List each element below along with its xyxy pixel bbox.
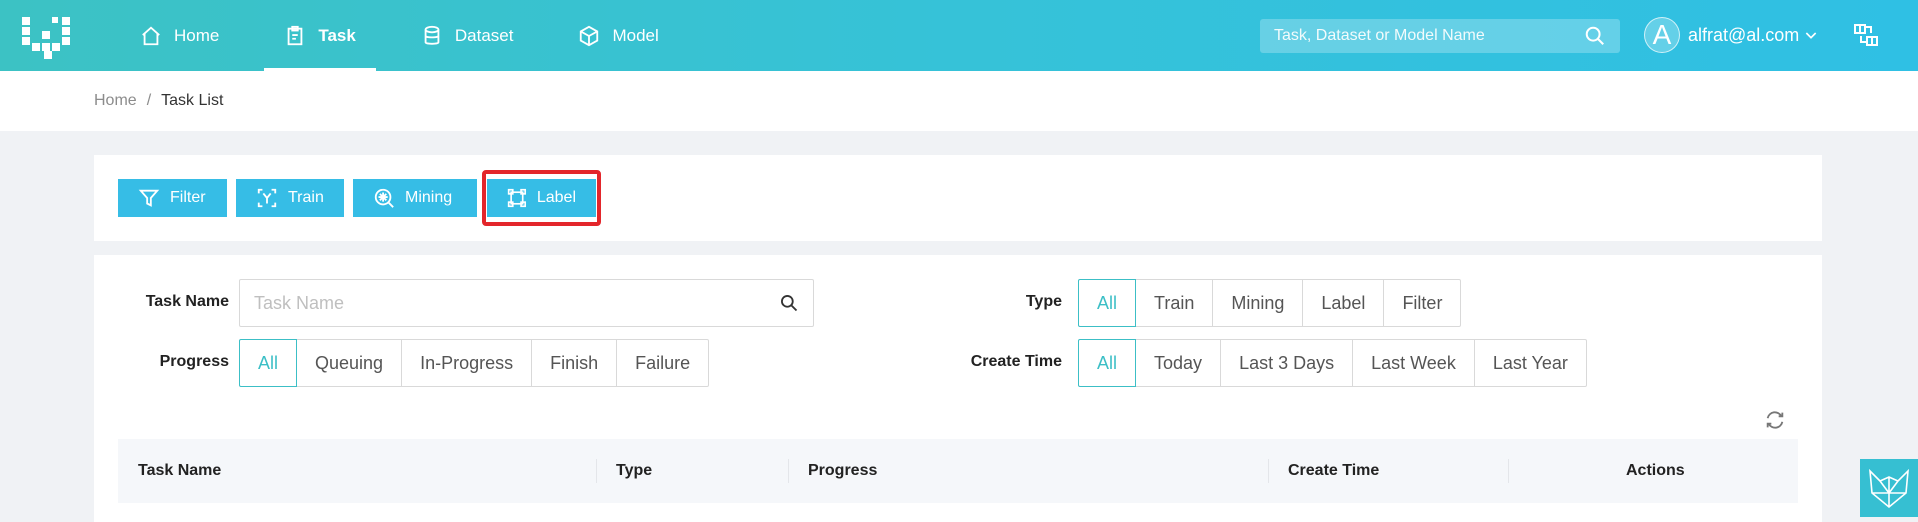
train-button-label: Train <box>288 189 324 206</box>
breadcrumb: Home / Task List <box>0 71 1918 131</box>
create-time-option-last-year[interactable]: Last Year <box>1473 339 1587 387</box>
filter-button[interactable]: Filter <box>118 179 227 217</box>
progress-filter-label: Progress <box>159 353 229 370</box>
home-icon <box>142 26 160 45</box>
progress-option-finish[interactable]: Finish <box>531 339 618 387</box>
type-option-all[interactable]: All <box>1078 279 1137 327</box>
nav-home-label: Home <box>174 25 220 45</box>
nav-dataset-label: Dataset <box>454 25 514 45</box>
funnel-icon <box>138 189 160 207</box>
type-option-filter[interactable]: Filter <box>1383 279 1462 327</box>
nav-task-label: Task <box>318 25 356 45</box>
search-icon[interactable] <box>779 293 799 313</box>
create-time-option-last-week[interactable]: Last Week <box>1352 339 1475 387</box>
column-divider <box>596 459 597 483</box>
nav-task[interactable]: Task <box>264 0 376 71</box>
create-time-option-today[interactable]: Today <box>1135 339 1222 387</box>
nav-dataset[interactable]: Dataset <box>401 0 534 71</box>
column-type: Type <box>616 462 653 479</box>
mining-icon <box>374 188 394 208</box>
progress-option-in-progress[interactable]: In-Progress <box>401 339 533 387</box>
refresh-icon[interactable] <box>1764 409 1786 431</box>
table-header: Task Name Type Progress Create Time Acti… <box>118 439 1798 503</box>
progress-option-failure[interactable]: Failure <box>616 339 710 387</box>
column-progress: Progress <box>808 462 878 479</box>
database-icon <box>424 25 440 45</box>
app-logo-icon[interactable] <box>20 13 72 61</box>
column-divider <box>788 459 789 483</box>
breadcrumb-separator: / <box>146 92 152 109</box>
progress-option-queuing[interactable]: Queuing <box>296 339 403 387</box>
train-icon <box>257 188 277 208</box>
type-filter-group: All Train Mining Label Filter <box>1078 279 1462 327</box>
create-time-option-last-3-days[interactable]: Last 3 Days <box>1220 339 1354 387</box>
type-option-mining[interactable]: Mining <box>1212 279 1304 327</box>
create-time-filter-group: All Today Last 3 Days Last Week Last Yea… <box>1078 339 1587 387</box>
create-time-option-all[interactable]: All <box>1078 339 1137 387</box>
nav-home[interactable]: Home <box>120 0 239 71</box>
wolf-logo-icon <box>1869 468 1909 509</box>
column-actions: Actions <box>1626 462 1685 479</box>
global-search-input[interactable] <box>1274 27 1584 45</box>
avatar: A <box>1644 17 1680 53</box>
type-option-label[interactable]: Label <box>1302 279 1385 327</box>
create-time-filter-label: Create Time <box>970 353 1062 370</box>
bounding-box-icon <box>507 188 527 208</box>
user-email: alfrat@al.com <box>1688 24 1800 45</box>
column-create-time: Create Time <box>1288 462 1380 479</box>
task-action-bar: Filter Train Mining Label <box>94 155 1822 241</box>
progress-filter-group: All Queuing In-Progress Finish Failure <box>239 339 710 387</box>
breadcrumb-home[interactable]: Home <box>94 92 137 110</box>
user-menu[interactable]: A alfrat@al.com <box>1644 15 1819 55</box>
type-filter-label: Type <box>1025 293 1062 310</box>
global-search <box>1260 19 1620 53</box>
language-switch-icon[interactable] <box>1852 21 1880 49</box>
top-navbar: Home Task Dataset Model A alfrat@al.com <box>0 0 1918 71</box>
cube-icon <box>580 25 599 46</box>
nav-model-label: Model <box>612 25 659 45</box>
search-icon[interactable] <box>1584 25 1606 47</box>
breadcrumb-current: Task List <box>161 92 224 109</box>
label-button[interactable]: Label <box>487 179 596 217</box>
task-name-input[interactable] <box>254 292 779 314</box>
mining-button-label: Mining <box>405 189 453 206</box>
column-divider <box>1268 459 1269 483</box>
floating-assistant-button[interactable] <box>1860 459 1918 517</box>
main-nav: Home Task Dataset Model <box>120 0 704 71</box>
task-list-card: Task Name Type All Train Mining Label Fi… <box>94 255 1822 522</box>
mining-button[interactable]: Mining <box>353 179 477 217</box>
train-button[interactable]: Train <box>236 179 344 217</box>
chevron-down-icon <box>1806 32 1817 39</box>
clipboard-icon <box>288 25 303 45</box>
nav-model[interactable]: Model <box>558 0 678 71</box>
progress-option-all[interactable]: All <box>239 339 298 387</box>
label-button-label: Label <box>536 189 576 206</box>
task-name-field <box>239 279 814 327</box>
type-option-train[interactable]: Train <box>1135 279 1214 327</box>
filter-button-label: Filter <box>170 189 206 206</box>
column-task-name: Task Name <box>138 462 222 479</box>
column-divider <box>1508 459 1509 483</box>
task-name-filter-label: Task Name <box>145 293 229 310</box>
